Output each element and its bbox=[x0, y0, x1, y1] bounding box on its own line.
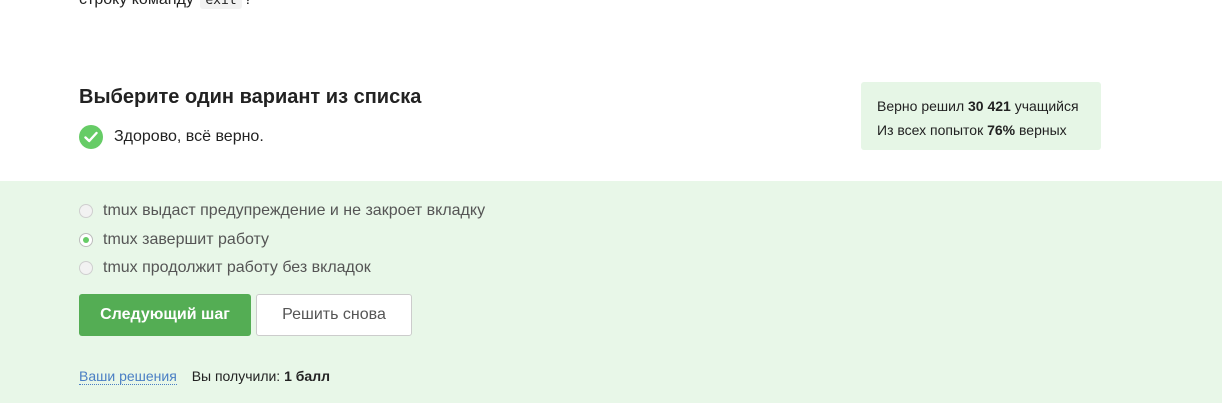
radio-dot-icon bbox=[83, 236, 89, 243]
question-text-tail: строку команду exit? bbox=[79, 0, 253, 9]
step-page: строку команду exit? Выберите один вариа… bbox=[0, 0, 1222, 407]
option-label: tmux завершит работу bbox=[103, 230, 270, 248]
option-label: tmux продолжит работу без вкладок bbox=[103, 259, 371, 277]
score-prefix: Вы получили: bbox=[191, 368, 281, 384]
radio-button-selected[interactable] bbox=[79, 232, 93, 247]
stats-solved-prefix: Верно решил bbox=[877, 98, 965, 114]
option-warning[interactable]: tmux выдаст предупреждение и не закроет … bbox=[79, 197, 485, 226]
option-terminate[interactable]: tmux завершит работу bbox=[79, 226, 485, 255]
question-text-prefix: строку команду bbox=[79, 0, 194, 8]
radio-button[interactable] bbox=[79, 261, 93, 276]
stats-attempts-suffix: верных bbox=[1019, 122, 1067, 138]
radio-button[interactable] bbox=[79, 204, 93, 219]
stats-attempts-prefix: Из всех попыток bbox=[877, 122, 984, 138]
stats-attempts-percent: 76% bbox=[987, 122, 1016, 138]
feedback-correct: Здорово, всё верно. bbox=[79, 125, 264, 149]
option-label: tmux выдаст предупреждение и не закроет … bbox=[103, 202, 486, 220]
stats-solved-line: Верно решил 30 421 учащийся bbox=[877, 94, 1085, 118]
answer-area: tmux выдаст предупреждение и не закроет … bbox=[0, 181, 1222, 403]
check-circle-icon bbox=[79, 125, 103, 149]
your-solutions-link[interactable]: Ваши решения bbox=[79, 368, 177, 385]
answer-options: tmux выдаст предупреждение и не закроет … bbox=[79, 197, 485, 283]
feedback-message: Здорово, всё верно. bbox=[114, 128, 264, 145]
option-continue[interactable]: tmux продолжит работу без вкладок bbox=[79, 254, 485, 283]
stats-attempts-line: Из всех попыток 76% верных bbox=[877, 118, 1085, 142]
solve-again-button[interactable]: Решить снова bbox=[256, 294, 412, 336]
solve-stats: Верно решил 30 421 учащийся Из всех попы… bbox=[861, 82, 1101, 150]
submission-footer: Ваши решения Вы получили: 1 балл bbox=[79, 368, 330, 385]
stats-solved-suffix: учащийся bbox=[1014, 98, 1079, 114]
stats-solved-count: 30 421 bbox=[968, 98, 1011, 114]
score-value: 1 балл bbox=[284, 368, 330, 384]
next-step-button[interactable]: Следующий шаг bbox=[79, 294, 251, 336]
inline-code-exit: exit bbox=[200, 0, 242, 9]
quiz-heading: Выберите один вариант из списка bbox=[79, 86, 422, 108]
question-text-suffix: ? bbox=[244, 0, 253, 8]
